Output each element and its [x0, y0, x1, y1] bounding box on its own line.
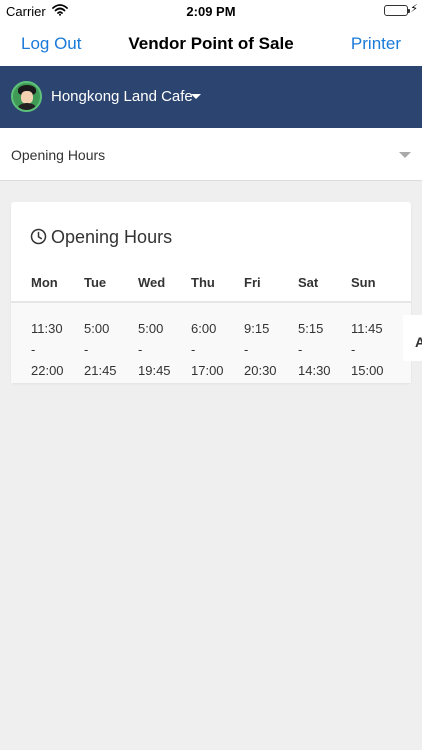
battery-icon: [384, 5, 410, 16]
overflow-column: A: [403, 315, 422, 361]
clock-icon: [30, 228, 47, 245]
chevron-down-icon: [399, 152, 411, 158]
charging-icon: ⚡: [410, 3, 418, 15]
hours-cell: 11:45-15:00: [351, 321, 384, 378]
vendor-name: Hongkong Land Cafe: [51, 88, 193, 105]
card-title: Opening Hours: [51, 227, 173, 247]
caret-down-icon: [191, 94, 201, 99]
clock-time: 2:09 PM: [186, 4, 236, 19]
day-header: Fri: [244, 275, 261, 290]
hours-row: 11:30-22:00 5:00-21:45 5:00-19:45 6:00-1…: [11, 303, 411, 383]
opening-hours-card: Opening Hours Mon Tue Wed Thu Fri Sat Su…: [11, 202, 411, 383]
printer-button[interactable]: Printer: [351, 34, 401, 54]
day-header: Sat: [298, 275, 319, 290]
days-header-row: Mon Tue Wed Thu Fri Sat Sun: [11, 275, 411, 302]
vendor-selector[interactable]: Hongkong Land Cafe: [0, 66, 422, 128]
section-dropdown[interactable]: Opening Hours: [0, 128, 422, 181]
hours-cell: 6:00-17:00: [191, 321, 224, 378]
day-header: Wed: [138, 275, 166, 290]
hours-cell: 5:00-19:45: [138, 321, 171, 378]
hours-cell: 5:00-21:45: [84, 321, 117, 378]
day-header: Sun: [351, 275, 376, 290]
navigation-bar: Log Out Vendor Point of Sale Printer: [0, 22, 422, 66]
day-header: Mon: [31, 275, 58, 290]
overflow-text: A: [415, 334, 422, 350]
day-header: Tue: [84, 275, 107, 290]
day-header: Thu: [191, 275, 215, 290]
hours-cell: 11:30-22:00: [31, 321, 64, 378]
hours-cell: 9:15-20:30: [244, 321, 277, 378]
hours-cell: 5:15-14:30: [298, 321, 331, 378]
status-bar: Carrier 2:09 PM ⚡: [0, 0, 422, 22]
section-dropdown-value: Opening Hours: [11, 147, 106, 163]
avatar: [11, 81, 42, 112]
